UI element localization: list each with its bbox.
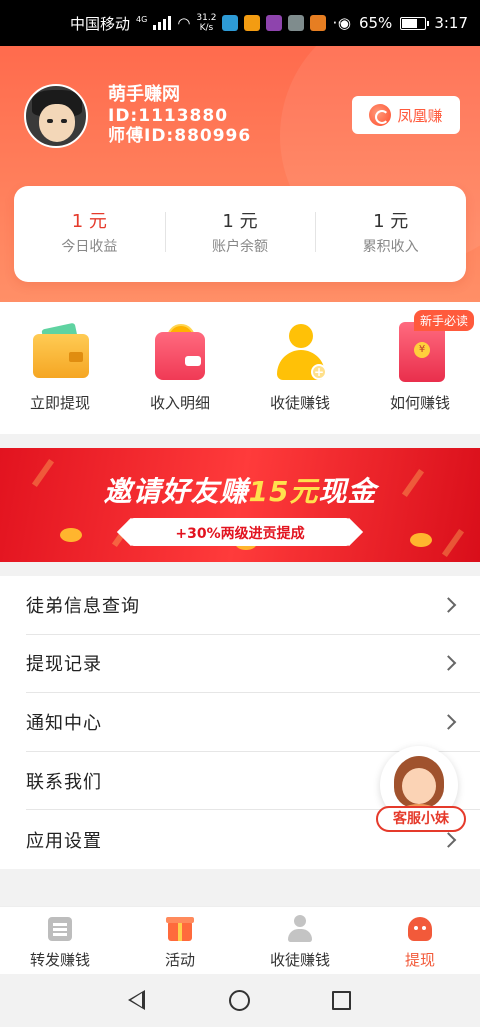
chevron-right-icon <box>440 714 457 730</box>
menu-withdraw-records[interactable]: 提现记录 <box>26 635 480 694</box>
stat-today-earnings[interactable]: 1 元 今日收益 <box>14 186 165 282</box>
customer-service-button[interactable]: 客服小妹 <box>376 746 466 834</box>
app-notification-icon <box>288 15 305 31</box>
action-income-details[interactable]: 收入明细 <box>120 302 240 434</box>
app-notification-icon <box>222 15 239 31</box>
back-icon[interactable] <box>128 990 145 1010</box>
system-nav-bar <box>0 974 480 1027</box>
stat-total-income[interactable]: 1 元 累积收入 <box>315 186 466 282</box>
ghost-icon <box>406 915 434 943</box>
app-notification-icon <box>266 15 283 31</box>
action-recruit-apprentice[interactable]: + 收徒赚钱 <box>240 302 360 434</box>
tab-label: 转发赚钱 <box>29 951 90 969</box>
menu-label: 应用设置 <box>26 830 102 852</box>
stat-value: 1 元 <box>222 211 258 232</box>
master-id: 师傅ID:880996 <box>108 126 252 146</box>
gift-icon <box>166 915 194 943</box>
wallet-icon <box>29 322 91 384</box>
action-label: 立即提现 <box>29 394 90 412</box>
menu-label: 通知中心 <box>26 712 102 734</box>
avatar[interactable] <box>24 84 88 148</box>
tab-activity[interactable]: 活动 <box>120 907 240 974</box>
banner-subtitle-ribbon: +30%两级进贡提成 <box>130 518 350 546</box>
banner-subtitle: +30%两级进贡提成 <box>175 526 305 542</box>
chevron-right-icon <box>440 597 457 613</box>
action-label: 如何赚钱 <box>389 394 450 412</box>
chevron-right-icon <box>440 655 457 672</box>
network-speed: 31.2 K/s <box>196 13 217 33</box>
wifi-icon: ◠ <box>177 14 191 32</box>
phoenix-earn-label: 凤凰赚 <box>397 106 443 125</box>
tab-withdraw[interactable]: 提现 <box>360 907 480 974</box>
home-icon[interactable] <box>229 990 250 1011</box>
quick-actions: 立即提现 收入明细 + 收徒赚钱 ¥ 如何赚钱 新手必读 <box>0 302 480 434</box>
user-icon <box>286 915 314 943</box>
invite-banner[interactable]: 邀请好友赚15元现金 +30%两级进贡提成 <box>0 448 480 562</box>
stat-label: 账户余额 <box>212 239 268 255</box>
tab-label: 活动 <box>164 951 195 969</box>
network-type: 4G <box>136 14 148 24</box>
earnings-summary-card: 1 元 今日收益 1 元 账户余额 1 元 累积收入 <box>14 186 466 282</box>
eye-icon: ◉ <box>337 14 351 32</box>
phoenix-earn-button[interactable]: 凤凰赚 <box>352 96 460 134</box>
menu-label: 徒弟信息查询 <box>26 595 140 617</box>
stat-label: 累积收入 <box>362 239 419 255</box>
menu-apprentice-info[interactable]: 徒弟信息查询 <box>26 576 480 635</box>
menu-label: 提现记录 <box>26 654 102 676</box>
status-bar: 中国移动 4G ◠ 31.2 K/s ··· ◉ 65% 3:17 <box>0 0 480 46</box>
battery-percent: 65% <box>358 14 393 32</box>
action-label: 收入明细 <box>149 394 210 412</box>
recent-apps-icon[interactable] <box>332 991 351 1010</box>
carrier-label: 中国移动 <box>70 14 131 33</box>
action-label: 收徒赚钱 <box>269 394 330 412</box>
stat-value: 1 元 <box>71 211 107 232</box>
document-icon <box>46 915 74 943</box>
tab-label: 提现 <box>404 951 435 969</box>
user-name: 萌手赚网 <box>108 84 180 105</box>
battery-icon <box>400 16 430 30</box>
app-notification-icon <box>244 15 261 31</box>
tab-label: 收徒赚钱 <box>269 951 330 969</box>
add-user-icon: + <box>269 322 331 384</box>
action-withdraw[interactable]: 立即提现 <box>0 302 120 434</box>
tab-share-earn[interactable]: 转发赚钱 <box>0 907 120 974</box>
profile-header: 萌手赚网 ID:1113880 师傅ID:880996 凤凰赚 1 元 今日收益… <box>0 46 480 302</box>
red-envelope-icon: ¥ <box>389 322 451 384</box>
signal-icon <box>153 16 172 30</box>
menu-notification-center[interactable]: 通知中心 <box>26 693 480 752</box>
action-how-to-earn[interactable]: ¥ 如何赚钱 新手必读 <box>360 302 480 434</box>
clock: 3:17 <box>434 14 468 32</box>
tab-recruit[interactable]: 收徒赚钱 <box>240 907 360 974</box>
user-id: ID:1113880 <box>108 106 229 126</box>
stat-account-balance[interactable]: 1 元 账户余额 <box>164 186 316 282</box>
newbie-badge: 新手必读 <box>413 310 474 331</box>
bottom-tab-bar: 转发赚钱 活动 收徒赚钱 提现 <box>0 906 480 974</box>
stat-label: 今日收益 <box>61 239 118 255</box>
phoenix-icon <box>369 104 392 126</box>
user-info: 萌手赚网 ID:1113880 师傅ID:880996 <box>108 84 251 146</box>
app-notification-icon <box>310 15 327 31</box>
customer-service-label: 客服小妹 <box>376 806 466 832</box>
chevron-right-icon <box>440 831 457 848</box>
banner-title: 邀请好友赚15元现金 <box>103 475 377 508</box>
stat-value: 1 元 <box>373 211 409 232</box>
purse-icon <box>149 322 211 384</box>
menu-label: 联系我们 <box>26 771 102 793</box>
